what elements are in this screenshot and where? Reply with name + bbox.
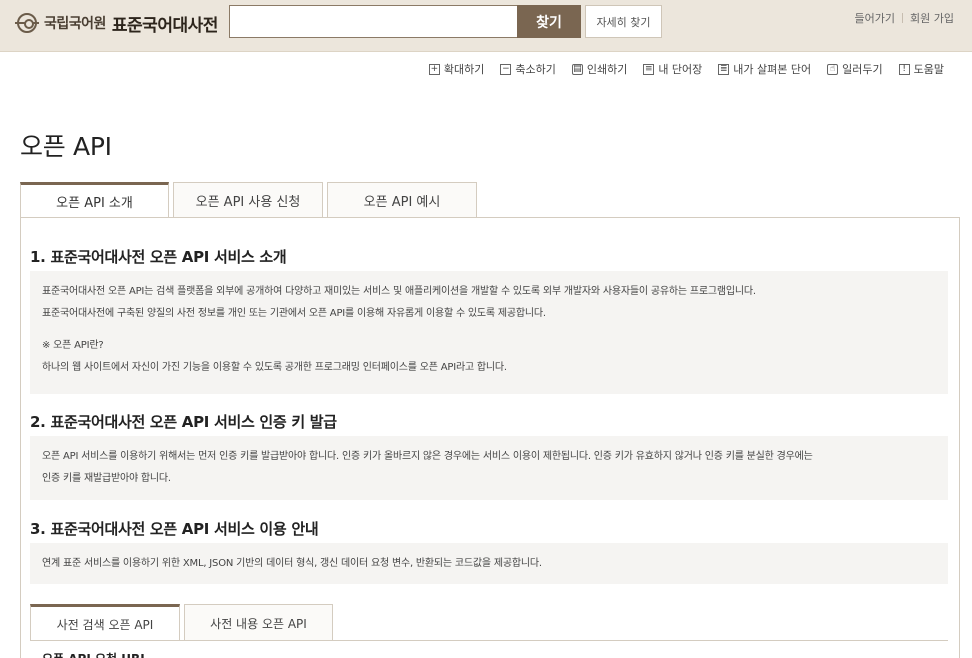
my-words-button[interactable]: ≡ 내 단어장 [643,61,702,77]
section-heading-intro: 1. 표준국어대사전 오픈 API 서비스 소개 [30,248,287,266]
advanced-search-button[interactable]: 자세히 찾기 [585,5,662,38]
search-button[interactable]: 찾기 [517,5,581,38]
tab-api-intro[interactable]: 오픈 API 소개 [20,182,169,218]
main-tabs: 오픈 API 소개 오픈 API 사용 신청 오픈 API 예시 [20,182,481,218]
body-text: 인증 키를 재발급받아야 합니다. [42,473,171,484]
history-label: 내가 살펴본 단어 [733,63,812,76]
login-link[interactable]: 들어가기 [855,10,895,26]
zoom-in-label: 확대하기 [443,63,485,76]
link-divider [902,13,904,23]
request-url-heading: 오픈 API 요청 URL [42,650,148,658]
printer-icon: ▤ [571,63,583,75]
signup-link[interactable]: 회원 가입 [910,10,954,26]
help-label: 도움말 [913,63,944,76]
zoom-in-button[interactable]: + 확대하기 [428,61,485,77]
body-text: 연계 표준 서비스를 이용하기 위한 XML, JSON 기반의 데이터 형식,… [42,558,542,569]
notice-label: 일러두기 [842,63,883,76]
hand-icon: ☝ [827,63,839,75]
plus-icon: + [428,63,440,75]
section-body-auth-key: 오픈 API 서비스를 이용하기 위해서는 먼저 인증 키를 발급받아야 합니다… [30,436,948,500]
sub-tabs: 사전 검색 오픈 API 사전 내용 오픈 API [30,604,337,641]
page-title: 오픈 API [20,132,112,161]
notice-button[interactable]: ☝ 일러두기 [827,61,883,77]
section-body-usage: 연계 표준 서비스를 이용하기 위한 XML, JSON 기반의 데이터 형식,… [30,543,948,584]
tab-api-examples[interactable]: 오픈 API 예시 [327,182,477,218]
logo-org-name: 국립국어원 [44,16,106,32]
subtab-divider [30,640,948,641]
help-button[interactable]: ! 도움말 [898,61,944,77]
my-words-label: 내 단어장 [658,63,703,76]
site-header: 국립국어원 표준국어대사전 찾기 자세히 찾기 들어가기 회원 가입 [0,0,972,52]
print-button[interactable]: ▤ 인쇄하기 [571,61,628,77]
exclamation-icon: ! [898,63,910,75]
search-input[interactable] [229,5,517,38]
section-body-intro: 표준국어대사전 오픈 API는 검색 플랫폼을 외부에 공개하여 다양하고 재미… [30,271,948,394]
zoom-out-label: 축소하기 [515,63,556,76]
tab-api-apply[interactable]: 오픈 API 사용 신청 [173,182,323,218]
subtab-view-api[interactable]: 사전 내용 오픈 API [184,604,333,641]
page-toolbar: + 확대하기 − 축소하기 ▤ 인쇄하기 ≡ 내 단어장 ≣ 내가 살펴본 단어… [413,61,944,77]
print-label: 인쇄하기 [586,63,628,76]
body-text: 오픈 API 서비스를 이용하기 위해서는 먼저 인증 키를 발급받아야 합니다… [42,451,813,462]
logo-dictionary-title: 표준국어대사전 [111,15,218,36]
account-links: 들어가기 회원 가입 [855,10,954,26]
body-text: 표준국어대사전 오픈 API는 검색 플랫폼을 외부에 공개하여 다양하고 재미… [42,286,756,297]
subtab-search-api[interactable]: 사전 검색 오픈 API [30,604,180,641]
body-text: ※ 오픈 API란? [42,340,104,351]
zoom-out-button[interactable]: − 축소하기 [500,61,556,77]
section-heading-auth-key: 2. 표준국어대사전 오픈 API 서비스 인증 키 발급 [30,413,337,431]
body-text: 표준국어대사전에 구축된 양질의 사전 정보를 개인 또는 기관에서 오픈 AP… [42,308,546,319]
history-button[interactable]: ≣ 내가 살펴본 단어 [718,61,811,77]
site-logo[interactable]: 국립국어원 표준국어대사전 [15,12,218,36]
minus-icon: − [500,63,512,75]
list-icon: ≡ [643,63,655,75]
logo-icon [15,13,39,33]
document-icon: ≣ [718,63,730,75]
body-text: 하나의 웹 사이트에서 자신이 가진 기능을 이용할 수 있도록 공개한 프로그… [42,362,507,373]
section-heading-usage: 3. 표준국어대사전 오픈 API 서비스 이용 안내 [30,520,319,538]
